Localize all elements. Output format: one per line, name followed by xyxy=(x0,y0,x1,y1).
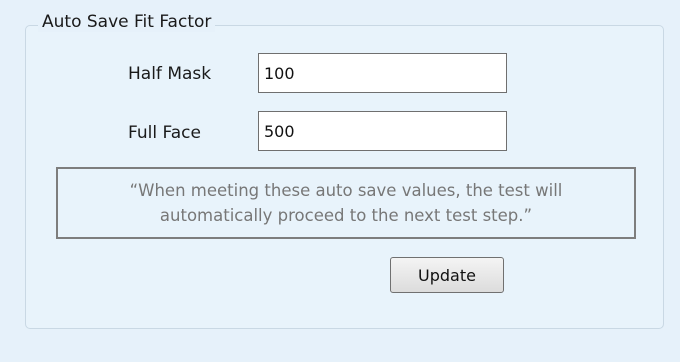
update-button[interactable]: Update xyxy=(390,257,504,293)
note-line-2: automatically proceed to the next test s… xyxy=(159,206,533,225)
half-mask-input[interactable] xyxy=(258,53,507,93)
full-face-label: Full Face xyxy=(128,123,201,143)
full-face-input[interactable] xyxy=(258,111,507,151)
group-title: Auto Save Fit Factor xyxy=(38,12,216,32)
half-mask-label: Half Mask xyxy=(128,64,212,84)
note-line-1: “When meeting these auto save values, th… xyxy=(129,181,563,200)
auto-save-panel: Auto Save Fit Factor Half Mask Full Face… xyxy=(0,0,680,362)
auto-save-note: “When meeting these auto save values, th… xyxy=(56,167,636,239)
